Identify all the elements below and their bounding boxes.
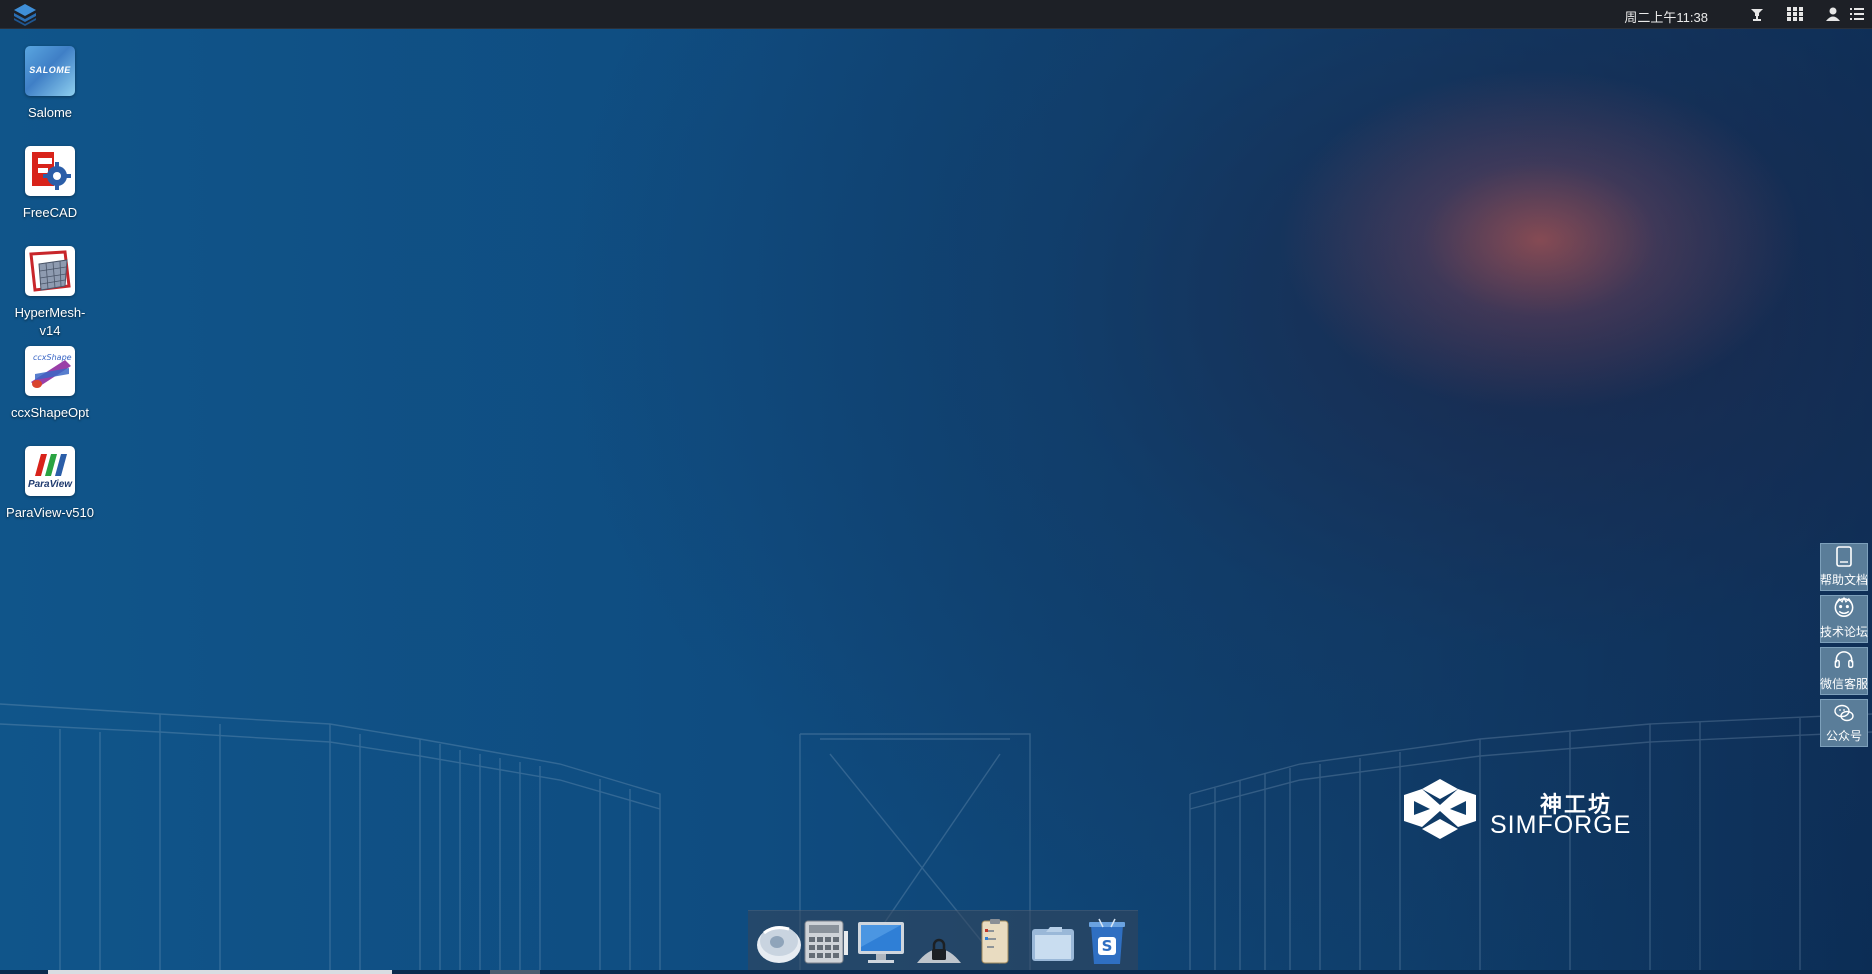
- desktop[interactable]: 周二上午11:38 SALOME Salome FreeCAD HyperMes…: [0, 0, 1872, 974]
- brand-name-en: SIMFORGE: [1490, 811, 1632, 839]
- ccxshapeopt-icon: ccxShape: [25, 346, 75, 396]
- side-button-label: 技术论坛: [1820, 625, 1869, 639]
- desktop-icon-paraview[interactable]: ParaView ParaView-v510: [6, 446, 94, 522]
- svg-text:ccxShape: ccxShape: [33, 353, 72, 362]
- svg-text:S: S: [1102, 937, 1113, 955]
- app-menu-icon[interactable]: [12, 2, 38, 26]
- desktop-icon-salome[interactable]: SALOME Salome: [6, 46, 94, 122]
- desktop-icon-label: Salome: [27, 105, 73, 120]
- hypermesh-icon: [25, 246, 75, 296]
- freecad-icon: [25, 146, 75, 196]
- desktop-icon-freecad[interactable]: FreeCAD: [6, 146, 94, 222]
- side-button-forum[interactable]: 技术论坛: [1820, 595, 1868, 643]
- wechat-icon: [1834, 704, 1854, 722]
- headset-icon: [1834, 651, 1854, 668]
- lock-icon[interactable]: [914, 917, 964, 967]
- monitor-icon[interactable]: [856, 917, 906, 967]
- paraview-icon: ParaView: [25, 446, 75, 496]
- side-button-label: 帮助文档: [1820, 573, 1869, 587]
- desktop-icon-label: HyperMesh-v14: [14, 305, 86, 338]
- bottom-status-bar: [0, 970, 1872, 974]
- paraview-icon-text: ParaView: [27, 479, 73, 490]
- side-button-label: 公众号: [1825, 729, 1862, 743]
- document-icon: [1836, 546, 1852, 567]
- desktop-icon-label: FreeCAD: [22, 205, 78, 220]
- calculator-icon[interactable]: [801, 917, 851, 967]
- desktop-icon-hypermesh[interactable]: HyperMesh-v14: [6, 246, 94, 340]
- menu-icon[interactable]: [1848, 6, 1866, 22]
- clock[interactable]: 周二上午11:38: [1624, 7, 1708, 26]
- simforge-emblem-icon: [1404, 779, 1476, 839]
- side-button-wechat-support[interactable]: 微信客服: [1820, 647, 1868, 695]
- apps-grid-icon[interactable]: [1786, 6, 1804, 22]
- forum-icon: [1834, 596, 1854, 617]
- top-panel: 周二上午11:38: [0, 0, 1872, 29]
- bottom-bar-indicator: [48, 970, 392, 974]
- notes-icon[interactable]: [970, 917, 1020, 967]
- disk-icon[interactable]: [754, 917, 804, 967]
- desktop-icon-label: ccxShapeOpt: [10, 405, 90, 420]
- side-button-official-account[interactable]: 公众号: [1820, 699, 1868, 747]
- salome-icon-text: SALOME: [29, 65, 71, 75]
- trash-icon[interactable]: S: [1082, 917, 1132, 967]
- simforge-logo: 神工坊 SIMFORGE: [1400, 777, 1680, 847]
- dock: S: [748, 910, 1138, 971]
- desktop-icon-label: ParaView-v510: [6, 505, 94, 520]
- salome-icon: SALOME: [25, 46, 75, 96]
- folder-icon[interactable]: [1028, 917, 1078, 967]
- desktop-icon-ccxshapeopt[interactable]: ccxShape ccxShapeOpt: [6, 346, 94, 422]
- user-icon[interactable]: [1824, 6, 1842, 22]
- side-button-help-docs[interactable]: 帮助文档: [1820, 543, 1868, 591]
- bottom-bar-segment: [490, 970, 540, 974]
- side-button-label: 微信客服: [1820, 677, 1869, 691]
- network-icon[interactable]: [1748, 6, 1766, 22]
